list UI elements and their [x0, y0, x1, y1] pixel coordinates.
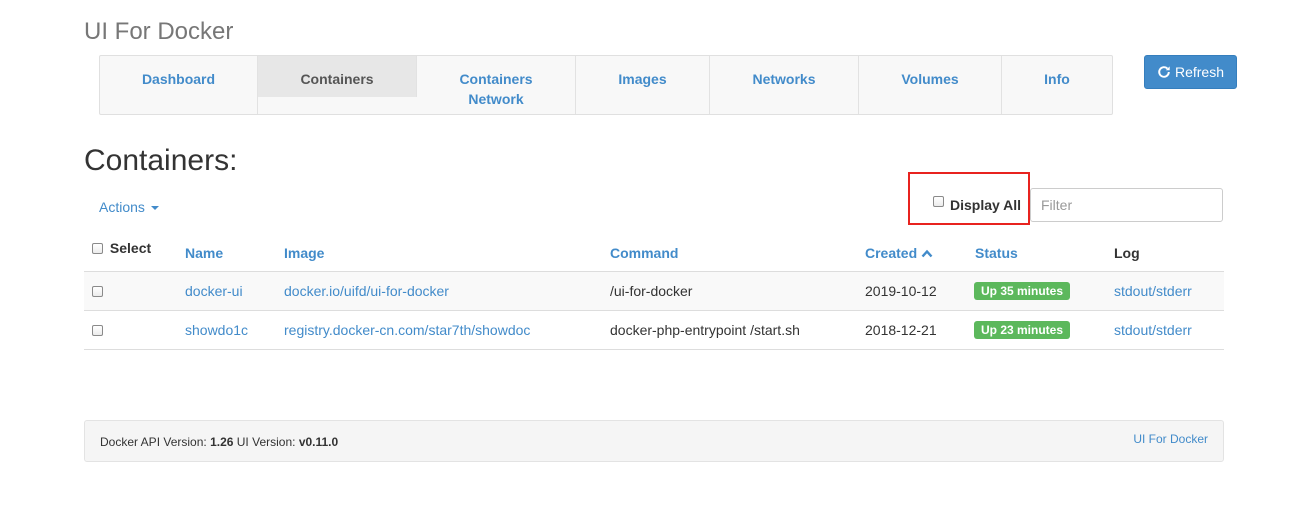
caret-down-icon [150, 205, 159, 210]
row-checkbox[interactable] [92, 325, 103, 336]
image-header[interactable]: Image [284, 235, 324, 271]
refresh-icon [1157, 65, 1171, 79]
footer: Docker API Version: 1.26 UI Version: v0.… [84, 420, 1224, 462]
display-all-label[interactable]: Display All [950, 197, 1021, 213]
container-command: /ui-for-docker [610, 283, 693, 299]
tab-info[interactable]: Info [1002, 56, 1112, 114]
status-header[interactable]: Status [975, 235, 1018, 271]
main-nav: Dashboard Containers Containers Network … [99, 55, 1113, 115]
footer-link[interactable]: UI For Docker [1133, 432, 1208, 446]
tab-dashboard[interactable]: Dashboard [100, 56, 258, 114]
status-badge: Up 23 minutes [974, 321, 1071, 339]
log-header: Log [1114, 245, 1140, 261]
tab-networks[interactable]: Networks [710, 56, 859, 114]
tab-containers[interactable]: Containers [258, 56, 417, 97]
ui-version: v0.11.0 [298, 435, 339, 449]
api-version: 1.26 [210, 435, 234, 449]
app-title: UI For Docker [84, 18, 234, 45]
container-created: 2019-10-12 [865, 283, 937, 299]
log-link[interactable]: stdout/stderr [1114, 311, 1192, 349]
sort-ascending-icon [921, 245, 933, 261]
tab-images[interactable]: Images [576, 56, 710, 114]
select-all-checkbox[interactable] [92, 243, 103, 254]
container-command: docker-php-entrypoint /start.sh [610, 322, 800, 338]
row-checkbox[interactable] [92, 286, 103, 297]
filter-input[interactable] [1030, 188, 1223, 222]
table-row: docker-ui docker.io/uifd/ui-for-docker /… [84, 272, 1224, 311]
command-header[interactable]: Command [610, 235, 678, 271]
actions-label: Actions [99, 199, 145, 215]
name-header[interactable]: Name [185, 235, 223, 271]
actions-dropdown[interactable]: Actions [99, 199, 159, 215]
version-info: Docker API Version: 1.26 UI Version: v0.… [100, 435, 339, 449]
table-row: showdo1c registry.docker-cn.com/star7th/… [84, 311, 1224, 350]
status-badge: Up 35 minutes [974, 282, 1071, 300]
container-name-link[interactable]: showdo1c [185, 311, 248, 349]
container-image-link[interactable]: docker.io/uifd/ui-for-docker [284, 272, 449, 310]
refresh-label: Refresh [1174, 64, 1225, 80]
container-created: 2018-12-21 [865, 322, 937, 338]
display-all-highlight: Display All [908, 172, 1030, 225]
select-header: Select [92, 230, 151, 266]
tab-containers-network[interactable]: Containers Network [417, 56, 576, 114]
container-name-link[interactable]: docker-ui [185, 272, 243, 310]
log-link[interactable]: stdout/stderr [1114, 272, 1192, 310]
page-title: Containers: [84, 144, 238, 177]
created-header[interactable]: Created [865, 235, 933, 271]
tab-volumes[interactable]: Volumes [859, 56, 1002, 114]
container-image-link[interactable]: registry.docker-cn.com/star7th/showdoc [284, 311, 530, 349]
refresh-button[interactable]: Refresh [1144, 55, 1237, 89]
display-all-checkbox[interactable] [933, 196, 944, 207]
